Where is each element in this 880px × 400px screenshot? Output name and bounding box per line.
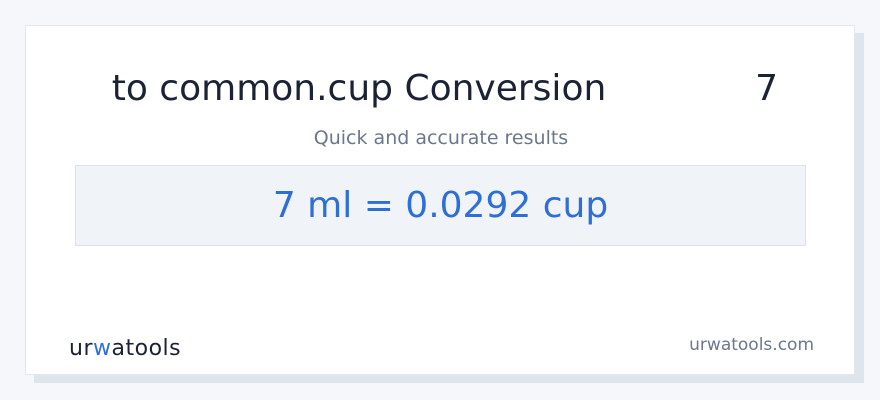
conversion-card: to common.cup Conversion 7 Quick and acc… [25,25,855,375]
result-box: 7 ml = 0.0292 cup [75,165,806,246]
subtitle: Quick and accurate results [313,127,569,149]
logo-text-accent: w [93,336,112,361]
logo-text-start: ur [69,336,93,361]
input-value: 7 [755,68,778,109]
page-title: to common.cup Conversion [111,68,607,109]
page: to common.cup Conversion 7 Quick and acc… [0,0,880,400]
conversion-result: 7 ml = 0.0292 cup [272,184,609,226]
site-link[interactable]: urwatools.com [689,334,814,356]
urwatools-logo[interactable]: urwatools [69,336,181,362]
logo-text-end: atools [111,336,182,361]
